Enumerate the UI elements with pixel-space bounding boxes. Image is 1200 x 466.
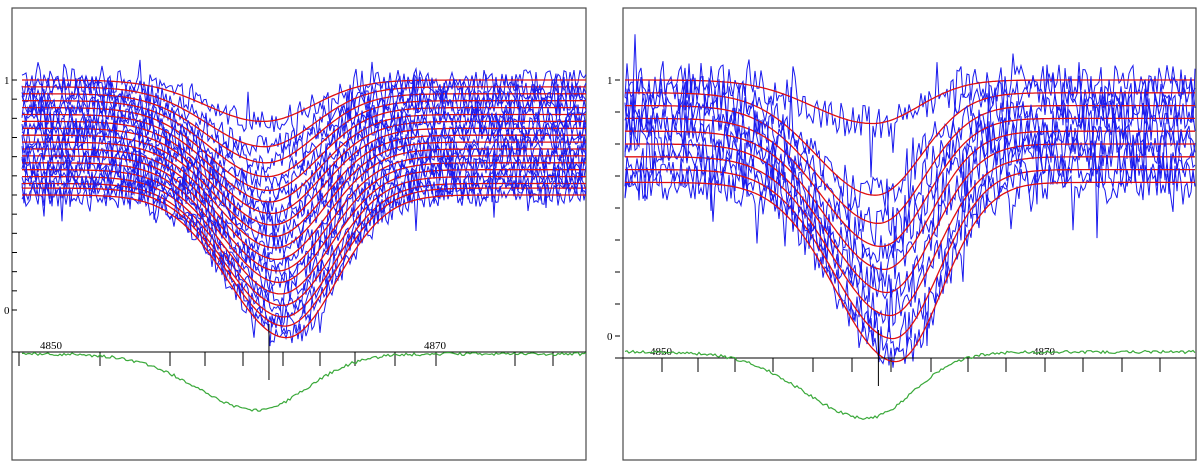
left-lower-plot: 4850 4870 xyxy=(12,324,587,412)
right-frame xyxy=(622,7,1197,461)
x-tick-label-4850: 4850 xyxy=(40,340,63,352)
y-tick-label-1: 1 xyxy=(4,75,10,87)
average-profile xyxy=(624,349,1196,420)
y-tick-label-0: 0 xyxy=(607,331,613,343)
right-panel: 10 4850 4870 xyxy=(607,7,1197,461)
right-lower-plot: 4850 4870 xyxy=(615,330,1196,420)
x-tick-label-4870: 4870 xyxy=(424,340,447,352)
right-upper-plot: 10 xyxy=(607,34,1196,368)
y-tick-label-0: 0 xyxy=(4,305,10,317)
average-profile xyxy=(21,351,587,412)
left-panel: 10 4850 4870 xyxy=(4,7,587,461)
left-upper-plot: 10 xyxy=(4,59,587,347)
y-tick-label-1: 1 xyxy=(607,75,613,87)
figure: 10 4850 4870 10 4850 4870 xyxy=(4,7,1197,461)
